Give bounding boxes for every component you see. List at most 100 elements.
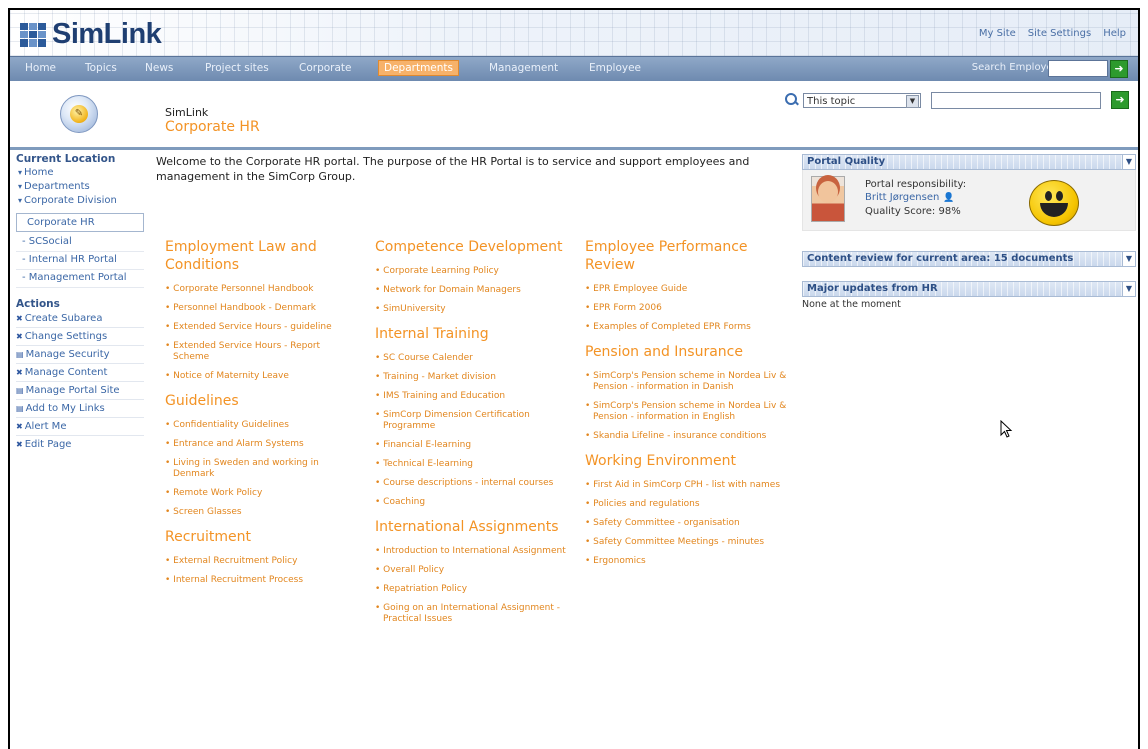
category-competence-development[interactable]: Competence Development — [375, 238, 580, 256]
list-item[interactable]: Safety Committee Meetings - minutes — [585, 537, 795, 548]
content-column-1: Employment Law and Conditions Corporate … — [165, 238, 357, 596]
nav-departments[interactable]: Departments — [378, 60, 460, 76]
list-item[interactable]: First Aid in SimCorp CPH - list with nam… — [585, 480, 795, 491]
list-item[interactable]: Technical E-learning — [375, 459, 580, 470]
list-item[interactable]: Ergonomics — [585, 556, 795, 567]
list-item[interactable]: Personnel Handbook - Denmark — [165, 303, 357, 314]
help-link[interactable]: Help — [1103, 28, 1126, 39]
list-item[interactable]: Confidentiality Guidelines — [165, 420, 357, 431]
category-links: EPR Employee Guide EPR Form 2006 Example… — [585, 284, 795, 333]
category-employment-law[interactable]: Employment Law and Conditions — [165, 238, 357, 274]
nav-project-sites[interactable]: Project sites — [200, 61, 274, 75]
logo-grid-icon — [20, 22, 46, 47]
list-item[interactable]: Network for Domain Managers — [375, 285, 580, 296]
list-item[interactable]: Remote Work Policy — [165, 488, 357, 499]
site-subheader: ✎ SimLink Corporate HR This topic ▼ ➜ — [10, 81, 1138, 150]
nav-employee[interactable]: Employee — [584, 61, 646, 75]
search-scope-value: This topic — [807, 95, 856, 107]
breadcrumb-departments[interactable]: ▾ Departments — [16, 181, 144, 193]
list-item[interactable]: Policies and regulations — [585, 499, 795, 510]
major-updates-title: Major updates from HR — [807, 283, 938, 294]
search-employees-input[interactable] — [1048, 60, 1108, 77]
action-add-to-my-links[interactable]: ▤ Add to My Links — [16, 400, 144, 418]
list-item[interactable]: Safety Committee - organisation — [585, 518, 795, 529]
category-recruitment[interactable]: Recruitment — [165, 528, 357, 546]
list-item[interactable]: Examples of Completed EPR Forms — [585, 322, 795, 333]
list-item[interactable]: Extended Service Hours - Report Scheme — [165, 341, 357, 363]
major-updates-text: None at the moment — [802, 299, 901, 310]
my-site-link[interactable]: My Site — [979, 28, 1016, 39]
search-input[interactable] — [931, 91, 1101, 109]
category-pension-and-insurance[interactable]: Pension and Insurance — [585, 343, 795, 361]
search-employees-go-button[interactable]: ➜ — [1110, 60, 1128, 78]
webpart-menu-chevron-icon[interactable]: ▼ — [1122, 154, 1136, 170]
list-item[interactable]: SimUniversity — [375, 304, 580, 315]
top-header: SimLink My Site Site Settings Help — [10, 10, 1138, 56]
simlink-logo[interactable]: SimLink — [20, 18, 162, 51]
current-area-corporate-hr[interactable]: Corporate HR — [16, 213, 144, 232]
list-item[interactable]: EPR Form 2006 — [585, 303, 795, 314]
list-item[interactable]: Entrance and Alarm Systems — [165, 439, 357, 450]
category-working-environment[interactable]: Working Environment — [585, 452, 795, 470]
list-item[interactable]: Corporate Personnel Handbook — [165, 284, 357, 295]
breadcrumb-corporate-division[interactable]: ▾ Corporate Division — [16, 195, 144, 207]
category-employee-performance-review[interactable]: Employee Performance Review — [585, 238, 795, 274]
category-guidelines[interactable]: Guidelines — [165, 392, 357, 410]
list-item[interactable]: Skandia Lifeline - insurance conditions — [585, 431, 795, 442]
scope-search: This topic ▼ ➜ — [785, 91, 1129, 109]
subarea-internal-hr-portal[interactable]: - Internal HR Portal — [16, 254, 144, 270]
nav-topics[interactable]: Topics — [80, 61, 122, 75]
list-item[interactable]: Corporate Learning Policy — [375, 266, 580, 277]
action-alert-me[interactable]: ✖ Alert Me — [16, 418, 144, 436]
site-name[interactable]: SimLink — [165, 106, 208, 119]
list-item[interactable]: SC Course Calender — [375, 353, 580, 364]
action-manage-security[interactable]: ▤ Manage Security — [16, 346, 144, 364]
responsibility-label: Portal responsibility: — [865, 179, 967, 190]
nav-news[interactable]: News — [140, 61, 178, 75]
quality-score: Quality Score: 98% — [865, 206, 961, 217]
list-item[interactable]: External Recruitment Policy — [165, 556, 357, 567]
nav-home[interactable]: Home — [20, 61, 61, 75]
nav-management[interactable]: Management — [484, 61, 563, 75]
action-manage-portal-site[interactable]: ▤ Manage Portal Site — [16, 382, 144, 400]
list-item[interactable]: Internal Recruitment Process — [165, 575, 357, 586]
list-item[interactable]: Overall Policy — [375, 565, 580, 576]
action-edit-page[interactable]: ✖ Edit Page — [16, 436, 144, 453]
list-item[interactable]: Living in Sweden and working in Denmark — [165, 458, 357, 480]
list-item[interactable]: Course descriptions - internal courses — [375, 478, 580, 489]
site-settings-link[interactable]: Site Settings — [1028, 28, 1091, 39]
search-go-button[interactable]: ➜ — [1111, 91, 1129, 109]
user-presence-icon[interactable]: 👤 — [943, 193, 954, 203]
list-item[interactable]: SimCorp's Pension scheme in Nordea Liv &… — [585, 401, 795, 423]
list-item[interactable]: SimCorp's Pension scheme in Nordea Liv &… — [585, 371, 795, 393]
responsible-person-link[interactable]: Britt Jørgensen — [865, 192, 939, 203]
list-item[interactable]: Coaching — [375, 497, 580, 508]
list-item[interactable]: Notice of Maternity Leave — [165, 371, 357, 382]
list-item[interactable]: EPR Employee Guide — [585, 284, 795, 295]
list-item[interactable]: Going on an International Assignment - P… — [375, 603, 580, 625]
list-item[interactable]: Repatriation Policy — [375, 584, 580, 595]
webpart-menu-chevron-icon[interactable]: ▼ — [1122, 281, 1136, 297]
content-review-header[interactable]: Content review for current area: 15 docu… — [802, 251, 1136, 267]
category-internal-training[interactable]: Internal Training — [375, 325, 580, 343]
subarea-management-portal[interactable]: - Management Portal — [16, 272, 144, 288]
list-item[interactable]: Extended Service Hours - guideline — [165, 322, 357, 333]
webpart-menu-chevron-icon[interactable]: ▼ — [1122, 251, 1136, 267]
list-item[interactable]: SimCorp Dimension Certification Programm… — [375, 410, 580, 432]
corporate-hr-site-icon: ✎ — [60, 95, 98, 133]
category-international-assignments[interactable]: International Assignments — [375, 518, 580, 536]
nav-corporate[interactable]: Corporate — [294, 61, 357, 75]
action-manage-content[interactable]: ✖ Manage Content — [16, 364, 144, 382]
breadcrumb-home[interactable]: ▾ Home — [16, 167, 144, 179]
list-item[interactable]: Introduction to International Assignment — [375, 546, 580, 557]
action-change-settings[interactable]: ✖ Change Settings — [16, 328, 144, 346]
action-create-subarea[interactable]: ✖ Create Subarea — [16, 310, 144, 328]
chevron-down-icon[interactable]: ▼ — [906, 94, 919, 108]
list-item[interactable]: Screen Glasses — [165, 507, 357, 518]
list-item[interactable]: Financial E-learning — [375, 440, 580, 451]
portal-quality-title: Portal Quality — [807, 156, 886, 167]
list-item[interactable]: Training - Market division — [375, 372, 580, 383]
search-scope-select[interactable]: This topic ▼ — [803, 92, 921, 108]
list-item[interactable]: IMS Training and Education — [375, 391, 580, 402]
subarea-scsocial[interactable]: - SCSocial — [16, 236, 144, 252]
